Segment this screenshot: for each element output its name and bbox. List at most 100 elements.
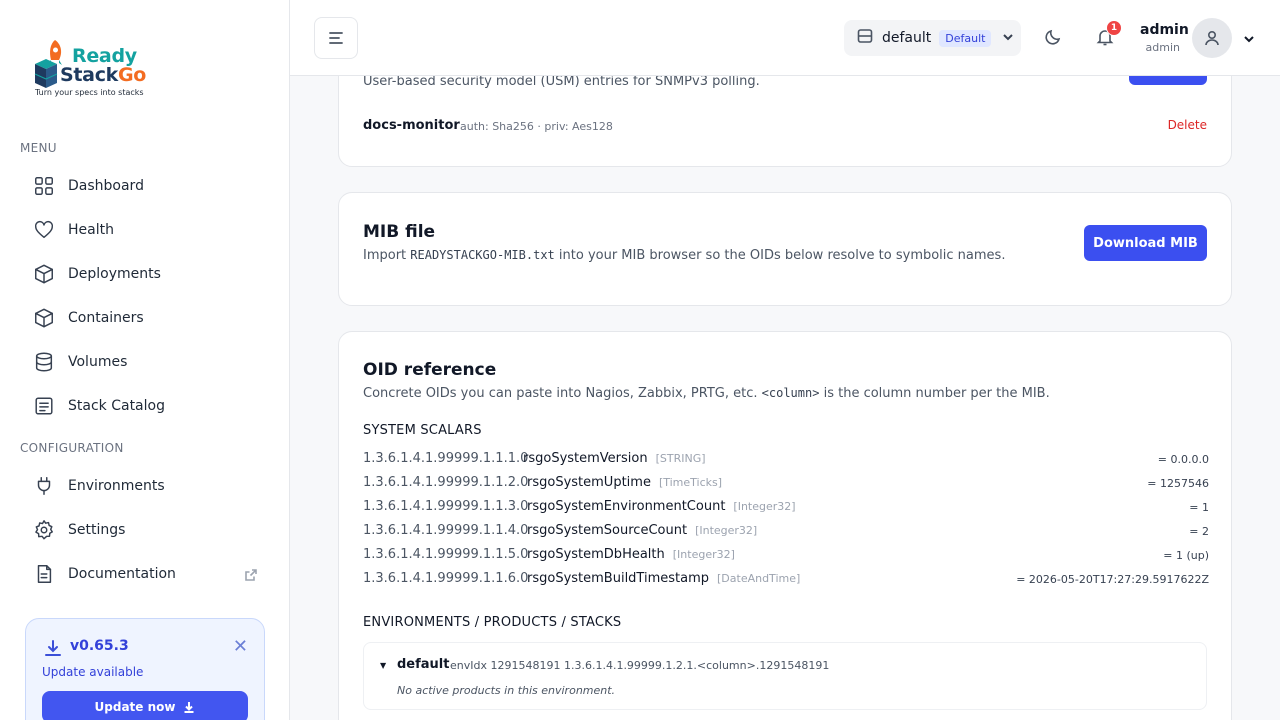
brand-word-stackgo: StackGo	[60, 64, 146, 86]
download-icon	[44, 639, 62, 657]
sidebar-item-label: Containers	[68, 310, 144, 326]
gear-icon	[32, 518, 56, 542]
close-icon[interactable]: ✕	[233, 636, 248, 657]
scalar-name: rsgoSystemSourceCount	[527, 523, 688, 538]
cube-icon	[32, 262, 56, 286]
menu-heading: MENU	[20, 141, 57, 155]
brand-tagline: Turn your specs into stacks	[35, 88, 144, 97]
oid-desc-pre: Concrete OIDs you can paste into Nagios,…	[363, 386, 762, 401]
top-header: default Default 1 admin admin	[290, 0, 1280, 76]
plug-icon	[32, 474, 56, 498]
sidebar-item-containers[interactable]: Containers	[32, 300, 262, 336]
scalar-name-wrap: rsgoSystemDbHealth [Integer32]	[527, 547, 735, 562]
scalar-oid: 1.3.6.1.4.1.99999.1.1.6.0	[363, 571, 529, 586]
user-menu-chevron-icon[interactable]	[1242, 31, 1256, 50]
environment-oid-meta: envIdx 1291548191 1.3.6.1.4.1.99999.1.2.…	[450, 659, 830, 672]
scalar-oid: 1.3.6.1.4.1.99999.1.1.1.0	[363, 451, 529, 466]
brand-word-go: Go	[118, 64, 147, 86]
logo[interactable]: Ready StackGo Turn your specs into stack…	[33, 38, 153, 100]
scalar-type: [DateAndTime]	[717, 572, 801, 585]
scalar-value: = 0.0.0.0	[1157, 453, 1209, 466]
collapse-triangle-icon[interactable]: ▼	[380, 661, 386, 670]
scalar-oid: 1.3.6.1.4.1.99999.1.1.3.0	[363, 499, 529, 514]
avatar[interactable]	[1192, 18, 1232, 58]
grid-icon	[32, 174, 56, 198]
notification-count-badge: 1	[1106, 20, 1122, 36]
scalar-type: [Integer32]	[672, 548, 735, 561]
scalar-name-wrap: rsgoSystemEnvironmentCount [Integer32]	[527, 499, 796, 514]
update-now-label: Update now	[94, 700, 176, 714]
scalar-name: rsgoSystemDbHealth	[527, 547, 665, 562]
scalar-row: 1.3.6.1.4.1.99999.1.1.3.0 rsgoSystemEnvi…	[363, 499, 1209, 519]
user-name: admin	[1140, 22, 1189, 38]
box-icon	[32, 306, 56, 330]
scalar-name-wrap: rsgoSystemUptime [TimeTicks]	[527, 475, 722, 490]
scalar-row: 1.3.6.1.4.1.99999.1.1.1.0 rsgoSystemVers…	[363, 451, 1209, 471]
environment-oid-name[interactable]: default	[397, 657, 449, 672]
scalar-value: = 2026-05-20T17:27:29.5917622Z	[1016, 573, 1209, 586]
scalar-type: [Integer32]	[695, 524, 758, 537]
sidebar-item-label: Dashboard	[68, 178, 144, 194]
environment-selector[interactable]: default Default	[844, 20, 1021, 56]
environments-heading: ENVIRONMENTS / PRODUCTS / STACKS	[363, 615, 622, 630]
scalar-type: [STRING]	[655, 452, 706, 465]
sidebar-item-environments[interactable]: Environments	[32, 468, 262, 504]
configuration-heading: CONFIGURATION	[20, 441, 124, 455]
theme-toggle-button[interactable]	[1044, 28, 1064, 48]
scalar-oid: 1.3.6.1.4.1.99999.1.1.4.0	[363, 523, 529, 538]
sidebar-item-settings[interactable]: Settings	[32, 512, 262, 548]
oid-desc-post: is the column number per the MIB.	[819, 386, 1050, 401]
download-mib-button[interactable]: Download MIB	[1084, 225, 1207, 261]
database-icon	[32, 350, 56, 374]
environment-oid-group: ▼ default envIdx 1291548191 1.3.6.1.4.1.…	[363, 642, 1207, 710]
heart-icon	[32, 218, 56, 242]
notifications-button[interactable]: 1	[1096, 20, 1122, 48]
delete-usm-link[interactable]: Delete	[1168, 118, 1207, 132]
sidebar-item-deployments[interactable]: Deployments	[32, 256, 262, 292]
sidebar-item-label: Volumes	[68, 354, 128, 370]
menu-toggle-button[interactable]	[314, 17, 358, 59]
mib-title: MIB file	[363, 222, 436, 242]
usm-entry-meta: auth: Sha256 · priv: Aes128	[460, 120, 613, 133]
sidebar-item-label: Documentation	[68, 566, 176, 582]
brand-word-stack: Stack	[60, 64, 118, 86]
sidebar: Ready StackGo Turn your specs into stack…	[0, 0, 290, 720]
oid-description: Concrete OIDs you can paste into Nagios,…	[363, 386, 1050, 401]
sidebar-item-health[interactable]: Health	[32, 212, 262, 248]
user-icon	[1205, 30, 1219, 46]
scalar-oid: 1.3.6.1.4.1.99999.1.1.2.0	[363, 475, 529, 490]
sidebar-item-dashboard[interactable]: Dashboard	[32, 168, 262, 204]
scalar-value: = 1 (up)	[1163, 549, 1209, 562]
sidebar-item-volumes[interactable]: Volumes	[32, 344, 262, 380]
scalar-name: rsgoSystemVersion	[523, 451, 648, 466]
scalar-name-wrap: rsgoSystemBuildTimestamp [DateAndTime]	[527, 571, 800, 586]
oid-title: OID reference	[363, 360, 497, 380]
sidebar-item-label: Stack Catalog	[68, 398, 165, 414]
scalar-value: = 1	[1189, 501, 1209, 514]
system-scalars-heading: SYSTEM SCALARS	[363, 423, 482, 438]
scalar-name: rsgoSystemEnvironmentCount	[527, 499, 726, 514]
no-products-message: No active products in this environment.	[397, 684, 616, 697]
sidebar-item-label: Environments	[68, 478, 165, 494]
sidebar-item-label: Deployments	[68, 266, 161, 282]
hamburger-icon	[329, 32, 343, 44]
scalar-name: rsgoSystemUptime	[527, 475, 651, 490]
sidebar-item-documentation[interactable]: Documentation	[32, 556, 262, 592]
environment-name: default	[882, 30, 932, 46]
mib-card: MIB file Import READYSTACKGO-MIB.txt int…	[338, 192, 1232, 306]
external-link-icon	[244, 567, 258, 581]
update-status: Update available	[42, 665, 144, 679]
sidebar-item-stack-catalog[interactable]: Stack Catalog	[32, 388, 262, 424]
mib-desc-pre: Import	[363, 248, 411, 263]
chevron-down-icon	[1001, 29, 1015, 48]
scalar-row: 1.3.6.1.4.1.99999.1.1.5.0 rsgoSystemDbHe…	[363, 547, 1209, 567]
usm-description: User-based security model (USM) entries …	[363, 74, 760, 89]
update-now-button[interactable]: Update now	[42, 691, 248, 720]
mib-filename: READYSTACKGO-MIB.txt	[410, 248, 555, 262]
scalar-row: 1.3.6.1.4.1.99999.1.1.4.0 rsgoSystemSour…	[363, 523, 1209, 543]
user-role: admin	[1145, 41, 1180, 54]
sidebar-item-label: Settings	[68, 522, 126, 538]
mib-description: Import READYSTACKGO-MIB.txt into your MI…	[363, 248, 1005, 263]
scalar-name-wrap: rsgoSystemSourceCount [Integer32]	[527, 523, 757, 538]
download-icon	[184, 702, 194, 713]
